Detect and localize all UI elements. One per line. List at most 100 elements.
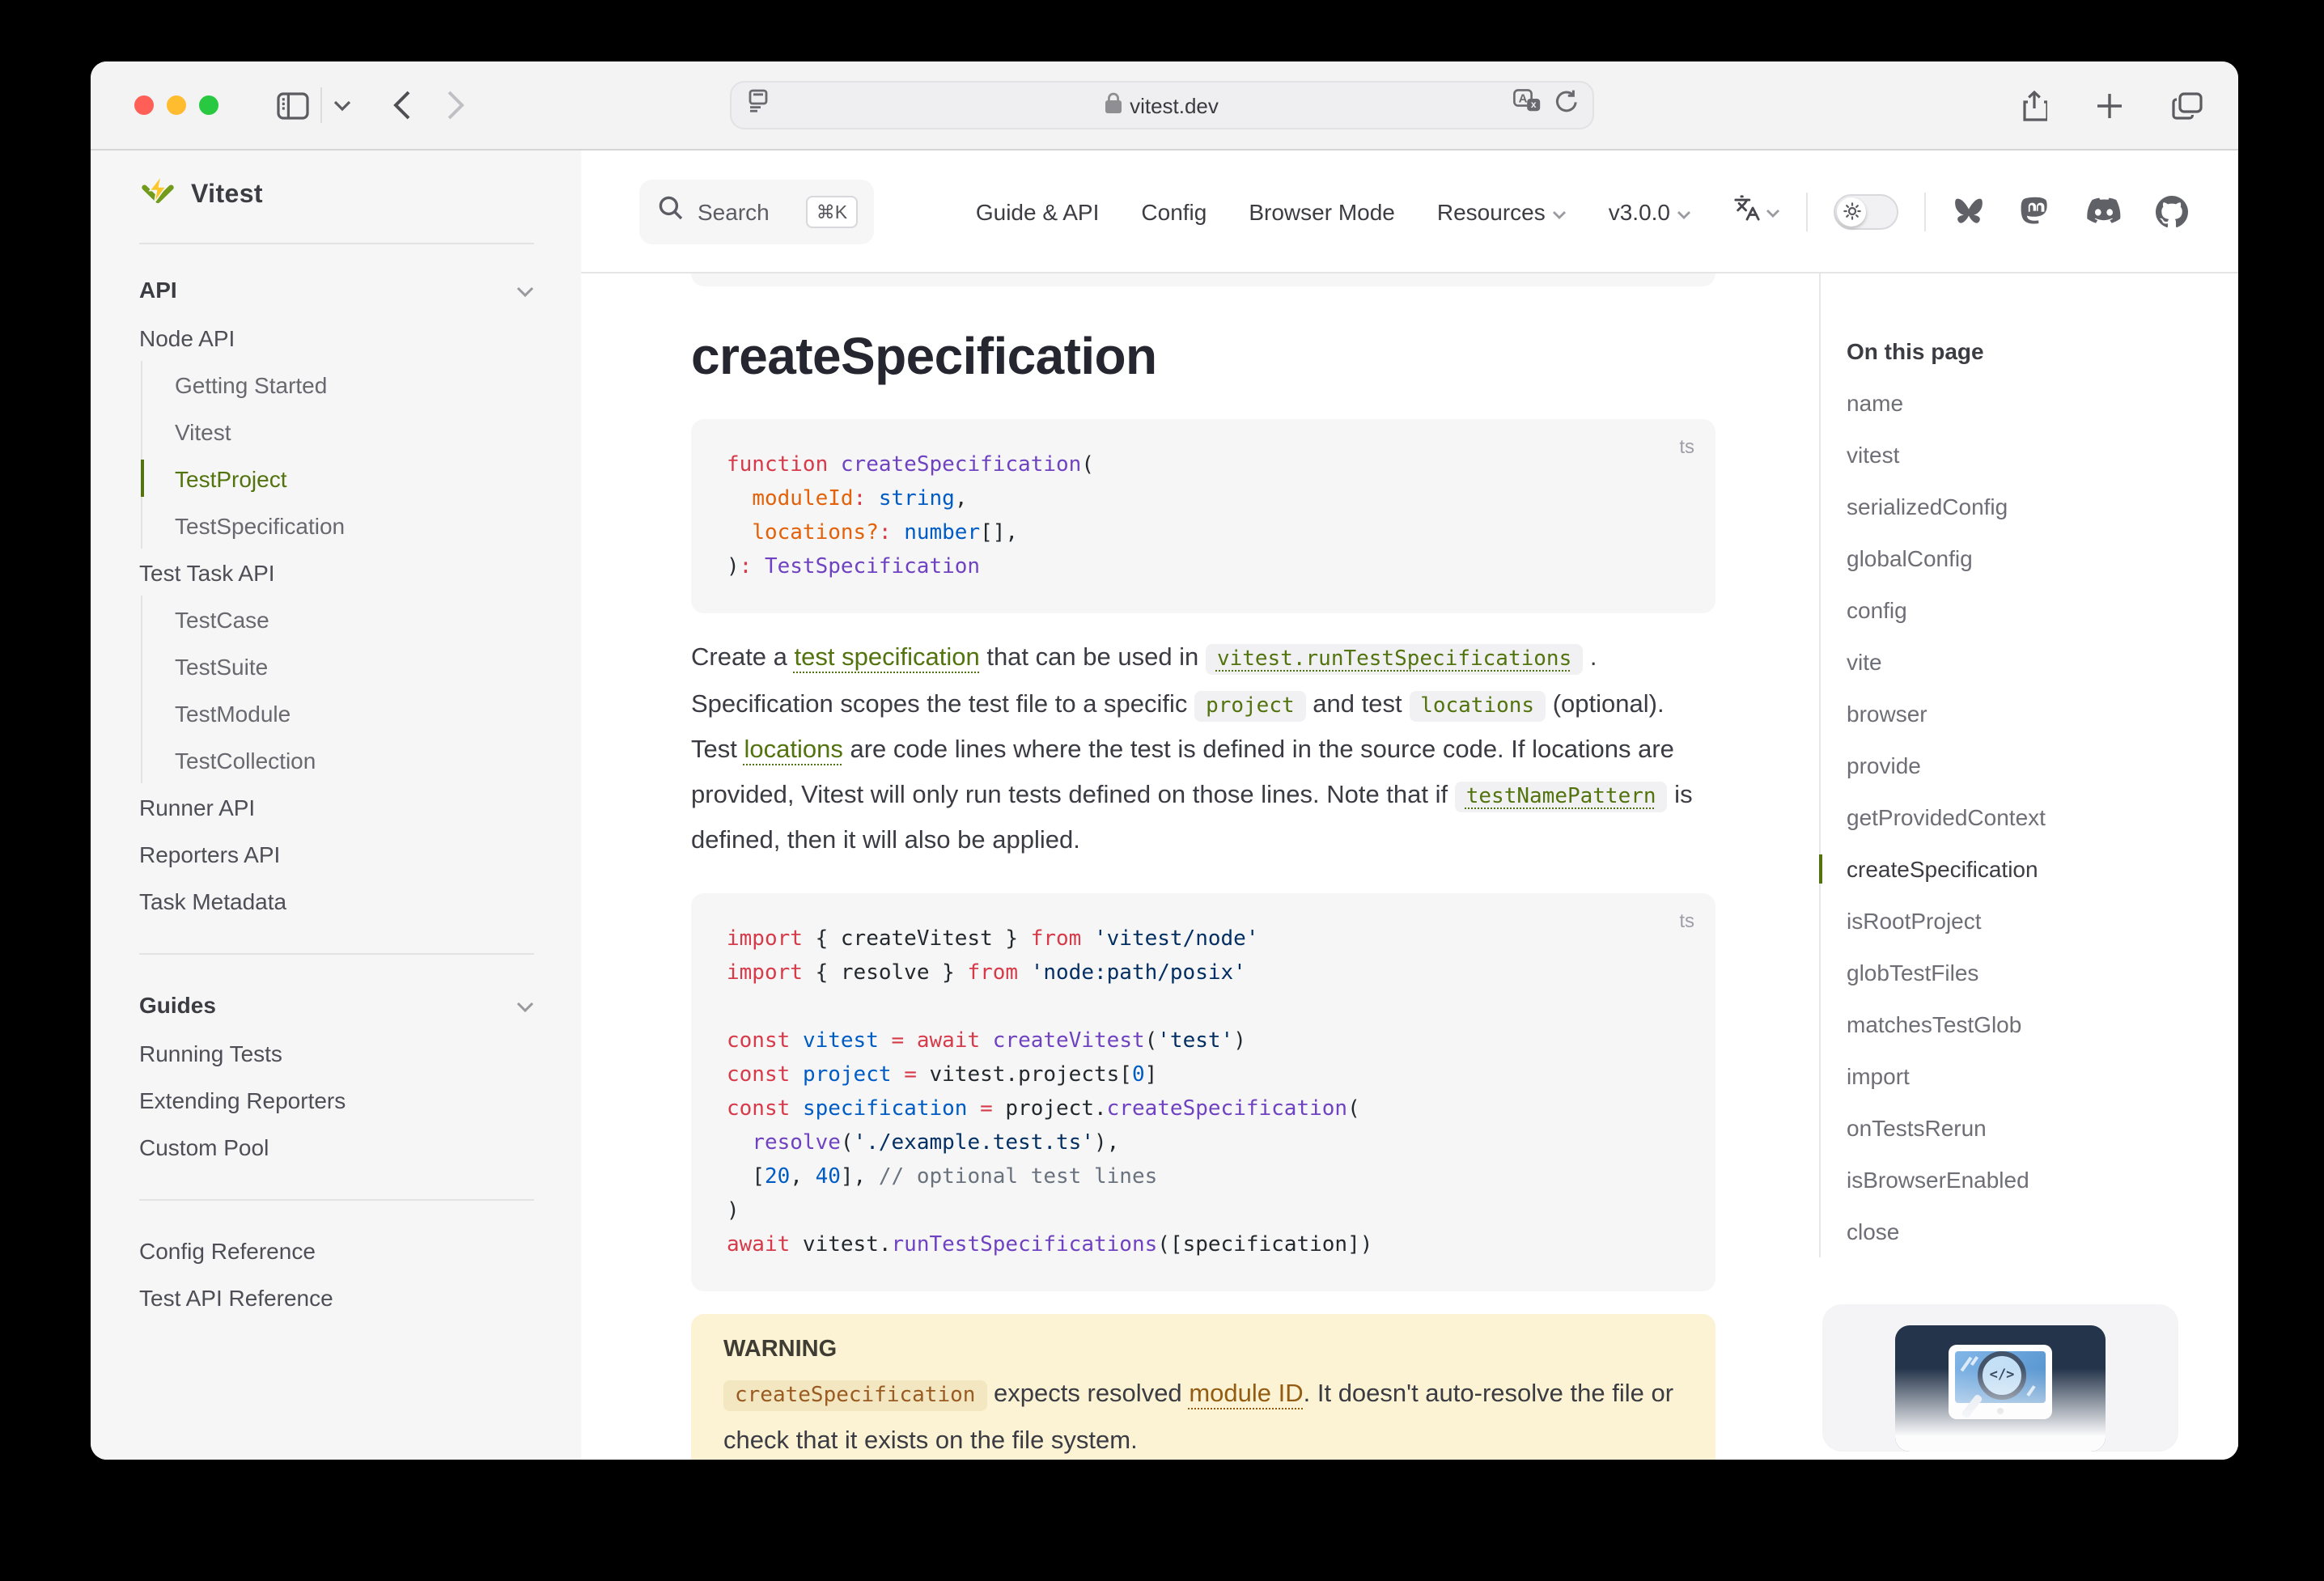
site-logo[interactable]: Vitest (139, 163, 534, 228)
back-button-icon[interactable] (393, 91, 411, 120)
code-line: await vitest.runTestSpecifications([spec… (727, 1227, 1680, 1261)
sidebar-item-extending-reporters[interactable]: Extending Reporters (139, 1076, 534, 1123)
nav-link-resources[interactable]: Resources (1437, 198, 1567, 224)
tab-overview-icon[interactable] (2172, 91, 2203, 119)
chevron-down-icon (1677, 198, 1691, 224)
github-icon[interactable] (2156, 195, 2188, 227)
share-icon[interactable] (2021, 90, 2047, 121)
divider (1806, 192, 1808, 231)
outline-item-vite[interactable]: vite (1847, 636, 2207, 688)
docs-sidebar: Vitest APINode APIGetting StartedVitestT… (91, 150, 581, 1460)
outline-item-globalconfig[interactable]: globalConfig (1847, 532, 2207, 584)
sidebar-item-node-api[interactable]: Node API (139, 314, 534, 361)
browser-window: vitest.dev Ax (91, 61, 2238, 1460)
forward-button-icon[interactable] (447, 91, 464, 120)
code-lang-badge: ts (1679, 430, 1694, 464)
nav-link-browser-mode[interactable]: Browser Mode (1249, 198, 1395, 224)
outline-item-import[interactable]: import (1847, 1050, 2207, 1102)
tab-group-chevron-icon[interactable] (333, 100, 351, 111)
sun-icon (1837, 197, 1866, 226)
sponsor-ad-image: </> (1895, 1325, 2106, 1452)
language-menu[interactable] (1733, 193, 1780, 229)
outline-item-config[interactable]: config (1847, 584, 2207, 636)
page-title: createSpecification (691, 322, 1715, 390)
vitest-logo-icon (139, 175, 176, 217)
outline-item-isbrowserenabled[interactable]: isBrowserEnabled (1847, 1154, 2207, 1206)
outline-item-ontestsrerun[interactable]: onTestsRerun (1847, 1102, 2207, 1154)
theme-toggle[interactable] (1834, 193, 1898, 229)
outline-item-name[interactable]: name (1847, 377, 2207, 429)
inline-link-module-id[interactable]: module ID (1189, 1380, 1303, 1407)
sidebar-item-getting-started[interactable]: Getting Started (175, 361, 534, 408)
inline-code-link-testnamepattern[interactable]: testNamePattern (1455, 781, 1668, 812)
sidebar-item-reporters-api[interactable]: Reporters API (139, 830, 534, 877)
inline-code-link-vitest-runtestspecifications[interactable]: vitest.runTestSpecifications (1206, 644, 1583, 675)
outline-item-getprovidedcontext[interactable]: getProvidedContext (1847, 791, 2207, 843)
sidebar-item-test-api-reference[interactable]: Test API Reference (139, 1274, 534, 1320)
svg-text:x: x (1531, 99, 1537, 110)
code-lang-badge: ts (1679, 904, 1694, 938)
previous-code-block-edge (691, 273, 1715, 286)
chevron-down-icon (1552, 198, 1567, 224)
outline-item-provide[interactable]: provide (1847, 740, 2207, 791)
url-text: vitest.dev (1130, 93, 1219, 117)
sidebar-item-config-reference[interactable]: Config Reference (139, 1227, 534, 1274)
sidebar-item-testspecification[interactable]: TestSpecification (175, 502, 534, 549)
divider (139, 953, 534, 955)
sidebar-item-vitest[interactable]: Vitest (175, 408, 534, 455)
sponsor-ad-card[interactable]: </> (1822, 1304, 2178, 1452)
code-block-signature[interactable]: ts function createSpecification( moduleI… (691, 419, 1715, 613)
inline-link-test-specification[interactable]: test specification (795, 644, 980, 672)
nav-link-config[interactable]: Config (1141, 198, 1207, 224)
nav-link-guide-api[interactable]: Guide & API (976, 198, 1100, 224)
sidebar-item-runner-api[interactable]: Runner API (139, 783, 534, 830)
sidebar-item-testcase[interactable]: TestCase (175, 596, 534, 642)
outline-item-browser[interactable]: browser (1847, 688, 2207, 740)
outline-item-matchestestglob[interactable]: matchesTestGlob (1847, 998, 2207, 1050)
inline-code-createspecification: createSpecification (723, 1380, 986, 1410)
outline-item-globtestfiles[interactable]: globTestFiles (1847, 947, 2207, 998)
sidebar-toggle-icon[interactable] (277, 91, 309, 119)
warning-title: WARNING (723, 1336, 1683, 1362)
sidebar-group-guides[interactable]: Guides (139, 981, 534, 1029)
outline-item-isrootproject[interactable]: isRootProject (1847, 895, 2207, 947)
reload-icon[interactable] (1555, 89, 1578, 121)
divider (320, 87, 322, 123)
code-line: import { createVitest } from 'vitest/nod… (727, 922, 1680, 956)
sidebar-item-test-task-api[interactable]: Test Task API (139, 549, 534, 596)
sidebar-item-task-metadata[interactable]: Task Metadata (139, 877, 534, 924)
sidebar-item-running-tests[interactable]: Running Tests (139, 1029, 534, 1076)
outline-item-vitest[interactable]: vitest (1847, 429, 2207, 481)
outline-title: On this page (1847, 338, 2207, 364)
translate-icon[interactable]: Ax (1513, 89, 1541, 121)
code-line: [20, 40], // optional test lines (727, 1159, 1680, 1193)
sidebar-group-api[interactable]: API (139, 265, 534, 314)
outline-item-close[interactable]: close (1847, 1206, 2207, 1257)
sidebar-item-custom-pool[interactable]: Custom Pool (139, 1123, 534, 1170)
inline-code-project: project (1194, 690, 1306, 721)
nav-link-v3-0-0[interactable]: v3.0.0 (1609, 198, 1691, 224)
code-block-example[interactable]: ts import { createVitest } from 'vitest/… (691, 892, 1715, 1291)
outline-item-createspecification[interactable]: createSpecification (1847, 843, 2207, 895)
svg-text:A: A (1519, 91, 1528, 105)
sidebar-item-testsuite[interactable]: TestSuite (175, 642, 534, 689)
sidebar-item-testproject[interactable]: TestProject (175, 455, 534, 502)
discord-icon[interactable] (2086, 197, 2122, 225)
inline-link-locations[interactable]: locations (744, 736, 842, 764)
zoom-window-button[interactable] (199, 95, 218, 115)
desktop: vitest.dev Ax (0, 0, 2324, 1581)
address-bar[interactable]: vitest.dev Ax (730, 81, 1594, 129)
site-title: Vitest (191, 181, 263, 210)
sidebar-item-testcollection[interactable]: TestCollection (175, 736, 534, 783)
sidebar-group-label: Guides (139, 992, 216, 1018)
bluesky-icon[interactable] (1952, 196, 1986, 227)
new-tab-icon[interactable] (2096, 91, 2123, 119)
outline-item-serializedconfig[interactable]: serializedConfig (1847, 481, 2207, 532)
minimize-window-button[interactable] (167, 95, 186, 115)
close-window-button[interactable] (134, 95, 154, 115)
mastodon-icon[interactable] (2020, 195, 2052, 227)
sidebar-item-testmodule[interactable]: TestModule (175, 689, 534, 736)
code-line: ) (727, 1193, 1680, 1227)
search-button[interactable]: Search ⌘K (639, 179, 873, 244)
code-line: function createSpecification( (727, 448, 1680, 482)
